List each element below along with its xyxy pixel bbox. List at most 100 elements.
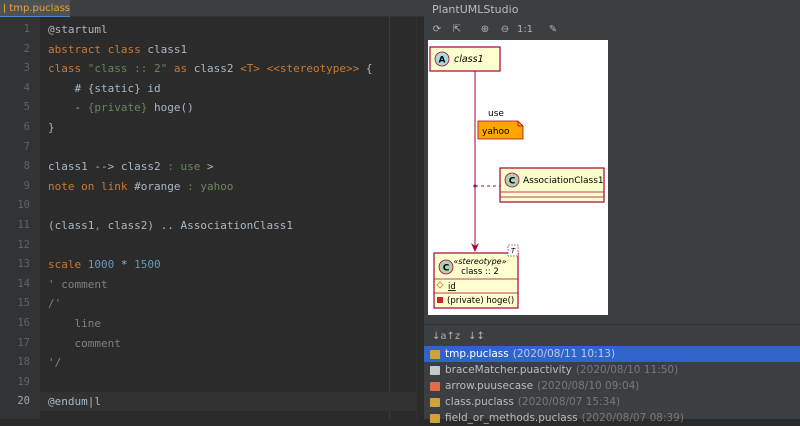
history-file-name: tmp.puclass <box>445 348 509 360</box>
code-line[interactable] <box>40 236 424 255</box>
code-token: /' <box>48 297 62 311</box>
diagram-preview[interactable]: A class1 use yahoo C AssociationClass1 T… <box>428 40 608 315</box>
code-token: , <box>94 219 101 232</box>
code-token: * <box>114 258 135 272</box>
code-token: > <box>200 160 214 174</box>
history-file-date: (2020/08/11 10:13) <box>512 348 616 360</box>
code-line[interactable] <box>40 196 424 215</box>
class-marker: C <box>443 264 450 274</box>
note-yahoo[interactable]: yahoo <box>477 120 524 140</box>
file-icon <box>430 413 440 423</box>
code-line[interactable] <box>40 373 424 392</box>
class2-box[interactable]: T C «stereotype» class :: 2 id (private)… <box>433 244 519 309</box>
code-line[interactable]: note on link #orange : yahoo <box>40 177 424 196</box>
puclass-file-icon <box>4 3 6 13</box>
code-token: hoge() <box>147 101 194 115</box>
code-token: 1500 <box>134 258 161 272</box>
history-file-name: arrow.puusecase <box>445 380 534 392</box>
editor-pane: tmp.puclass 1 2 3 4 5 6 7 8 9 10 11 12 13 14 15 16 17 18 1… <box>0 0 425 419</box>
history-item[interactable]: tmp.puclass (2020/08/11 10:13) <box>424 346 800 362</box>
line-number: 11 <box>17 219 30 231</box>
code-token: <T> <<stereotype>> <box>240 62 360 76</box>
code-token: id <box>140 81 161 95</box>
note-text: yahoo <box>482 127 510 137</box>
code-line[interactable]: @endum|l <box>40 392 424 412</box>
history-file-name: class.puclass <box>445 396 514 408</box>
code-token: abstract class <box>48 42 148 56</box>
code-editor[interactable]: ✔ @startumlabstract class class1class "c… <box>40 17 425 419</box>
code-token: line <box>48 317 101 330</box>
code-token: { <box>359 62 373 76</box>
code-token: - <box>48 101 88 115</box>
class2-method: (private) hoge() <box>447 296 514 306</box>
line-number: 2 <box>23 42 30 55</box>
line-number: 16 <box>17 317 30 329</box>
line-number: 4 <box>23 81 30 94</box>
history-file-date: (2020/08/07 08:39) <box>581 412 684 424</box>
link-label: use <box>488 109 504 119</box>
sort-alpha-button[interactable]: ↓a↑z <box>432 331 460 342</box>
code-token: : yahoo <box>180 179 234 193</box>
code-line[interactable]: # {static} id <box>40 79 424 98</box>
history-file-name: braceMatcher.puactivity <box>445 364 572 376</box>
class-marker: C <box>509 177 516 187</box>
code-line[interactable]: abstract class class1 <box>40 40 424 59</box>
history-item[interactable]: arrow.puusecase (2020/08/10 09:04) <box>424 378 800 394</box>
line-number: 10 <box>17 199 30 212</box>
generic-param: T <box>511 247 516 255</box>
file-icon <box>430 397 440 407</box>
code-token: as <box>167 62 194 76</box>
code-line[interactable]: line <box>40 314 424 333</box>
code-line[interactable]: class "class :: 2" as class2 <T> <<stere… <box>40 59 424 78</box>
line-number: 15 <box>17 297 30 310</box>
history-item[interactable]: field_or_methods.puclass (2020/08/07 08:3… <box>424 410 800 426</box>
code-text: @endum|l <box>48 392 101 411</box>
file-icon <box>430 381 440 391</box>
code-line[interactable]: - {private} hoge() <box>40 98 424 117</box>
export-icon[interactable]: ⇱ <box>450 22 464 36</box>
code-text: # {static} id <box>48 79 161 98</box>
class2-field: id <box>448 282 456 292</box>
class1-box[interactable]: A class1 <box>429 46 501 72</box>
history-item[interactable]: class.puclass (2020/08/07 15:34) <box>424 394 800 410</box>
code-line[interactable]: comment <box>40 334 424 353</box>
code-line[interactable]: (class1, class2) .. AssociationClass1 <box>40 216 424 235</box>
code-line[interactable]: @startuml <box>40 20 424 39</box>
code-token: {static} <box>87 81 141 95</box>
line-number: 17 <box>17 336 30 349</box>
line-number: 3 <box>23 62 30 75</box>
code-token: ' comment <box>48 277 108 291</box>
code-text: - {private} hoge() <box>48 98 194 117</box>
code-line[interactable]: '/ <box>40 353 424 372</box>
code-line[interactable]: } <box>40 118 424 137</box>
code-line[interactable]: /' <box>40 294 424 313</box>
sort-date-button[interactable]: ↓↕ <box>468 331 485 342</box>
tab-label: tmp.puclass <box>9 2 70 14</box>
history-item[interactable]: braceMatcher.puactivity (2020/08/10 11:50… <box>424 362 800 378</box>
code-line[interactable]: scale 1000 * 1500 <box>40 255 424 274</box>
zoom-out-icon[interactable]: ⊖ <box>498 22 512 36</box>
code-line[interactable] <box>40 138 424 157</box>
code-token: note on link <box>48 179 135 193</box>
line-number: 5 <box>23 101 30 114</box>
uml-diagram: A class1 use yahoo C AssociationClass1 T… <box>429 46 605 309</box>
code-token: #orange <box>134 179 181 193</box>
zoom-in-icon[interactable]: ⊕ <box>478 22 492 36</box>
actual-size-icon[interactable]: 1:1 <box>517 22 533 36</box>
code-line[interactable]: class1 --> class2 : use > <box>40 157 424 176</box>
abstract-marker: A <box>439 56 446 66</box>
code-token: scale <box>48 258 88 272</box>
class2-name: class :: 2 <box>461 267 499 277</box>
file-icon <box>430 365 440 375</box>
code-token: class <box>48 62 88 76</box>
settings-icon[interactable]: ✎ <box>546 22 560 36</box>
code-line[interactable]: ' comment <box>40 275 424 294</box>
association-class-box[interactable]: C AssociationClass1 <box>499 167 605 203</box>
code-text: } <box>48 118 55 137</box>
line-number-gutter: 1 2 3 4 5 6 7 8 9 10 11 12 13 14 15 16 17 18 19 20 <box>0 17 40 419</box>
tab-tmp-puclass[interactable]: tmp.puclass <box>0 0 70 18</box>
code-token: class2 <box>193 62 241 76</box>
code-text: scale 1000 * 1500 <box>48 255 161 274</box>
code-text: comment <box>48 334 120 353</box>
refresh-icon[interactable]: ⟳ <box>430 22 444 36</box>
